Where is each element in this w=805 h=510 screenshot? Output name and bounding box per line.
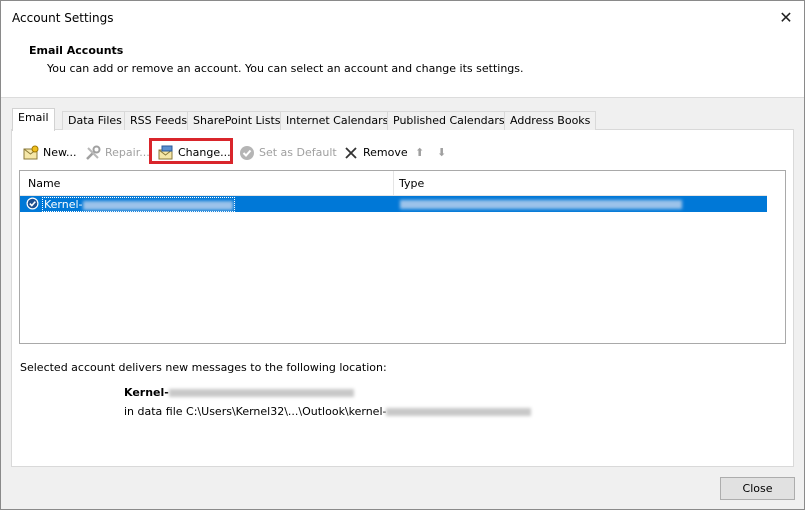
default-account-check-icon <box>26 197 39 213</box>
new-account-icon <box>23 145 39 161</box>
tab-data-files[interactable]: Data Files <box>62 111 128 130</box>
move-down-arrow-icon[interactable]: ⬇ <box>437 142 446 164</box>
list-scroll-gutter <box>768 171 784 343</box>
tab-published-calendars[interactable]: Published Calendars <box>387 111 511 130</box>
account-name-text: Kernel- <box>44 198 83 211</box>
repair-button-label: Repair... <box>105 146 150 159</box>
remove-x-icon <box>343 145 359 161</box>
delivery-account: Kernel- <box>124 386 354 399</box>
new-button-label: New... <box>43 146 77 159</box>
section-description: You can add or remove an account. You ca… <box>47 62 524 75</box>
account-settings-dialog: Account Settings ✕ Email Accounts You ca… <box>0 0 805 510</box>
repair-button[interactable]: Repair... <box>85 142 150 164</box>
dialog-title: Account Settings <box>12 11 114 25</box>
move-up-arrow-icon[interactable]: ⬆ <box>415 142 424 164</box>
list-column-header: Name Type <box>20 171 767 196</box>
close-button[interactable]: Close <box>720 477 795 500</box>
account-row-selected[interactable]: Kernel- <box>20 196 767 212</box>
data-file-path-text: in data file C:\Users\Kernel32\...\Outlo… <box>124 405 387 418</box>
remove-button[interactable]: Remove <box>343 142 408 164</box>
new-button[interactable]: New... <box>23 142 76 164</box>
redacted-inbox-path <box>168 389 354 397</box>
remove-button-label: Remove <box>363 146 408 159</box>
tab-internet-calendars[interactable]: Internet Calendars <box>280 111 395 130</box>
account-name: Kernel- <box>42 197 235 212</box>
tab-sharepoint-lists[interactable]: SharePoint Lists <box>187 111 287 130</box>
column-divider <box>393 171 394 195</box>
set-as-default-button[interactable]: Set as Default <box>239 142 337 164</box>
checkmark-circle-icon <box>239 145 255 161</box>
set-as-default-label: Set as Default <box>259 146 337 159</box>
redacted-data-file-name <box>386 408 532 416</box>
column-header-name[interactable]: Name <box>28 177 60 190</box>
column-header-type[interactable]: Type <box>399 177 424 190</box>
close-window-icon[interactable]: ✕ <box>775 8 797 28</box>
delivery-caption: Selected account delivers new messages t… <box>20 361 387 374</box>
tab-address-books[interactable]: Address Books <box>504 111 597 130</box>
tab-rss-feeds[interactable]: RSS Feeds <box>124 111 194 130</box>
delivery-data-file: in data file C:\Users\Kernel32\...\Outlo… <box>124 405 532 418</box>
redacted-account-type <box>400 200 682 209</box>
dialog-header-area: Account Settings ✕ Email Accounts You ca… <box>1 1 804 98</box>
section-title: Email Accounts <box>29 44 124 57</box>
change-button-highlight <box>149 138 233 164</box>
accounts-list[interactable]: Name Type Kernel- <box>19 170 786 344</box>
redacted-email <box>82 200 233 210</box>
delivery-account-text: Kernel- <box>124 386 169 399</box>
tab-email[interactable]: Email <box>12 108 55 131</box>
repair-tools-icon <box>85 145 101 161</box>
